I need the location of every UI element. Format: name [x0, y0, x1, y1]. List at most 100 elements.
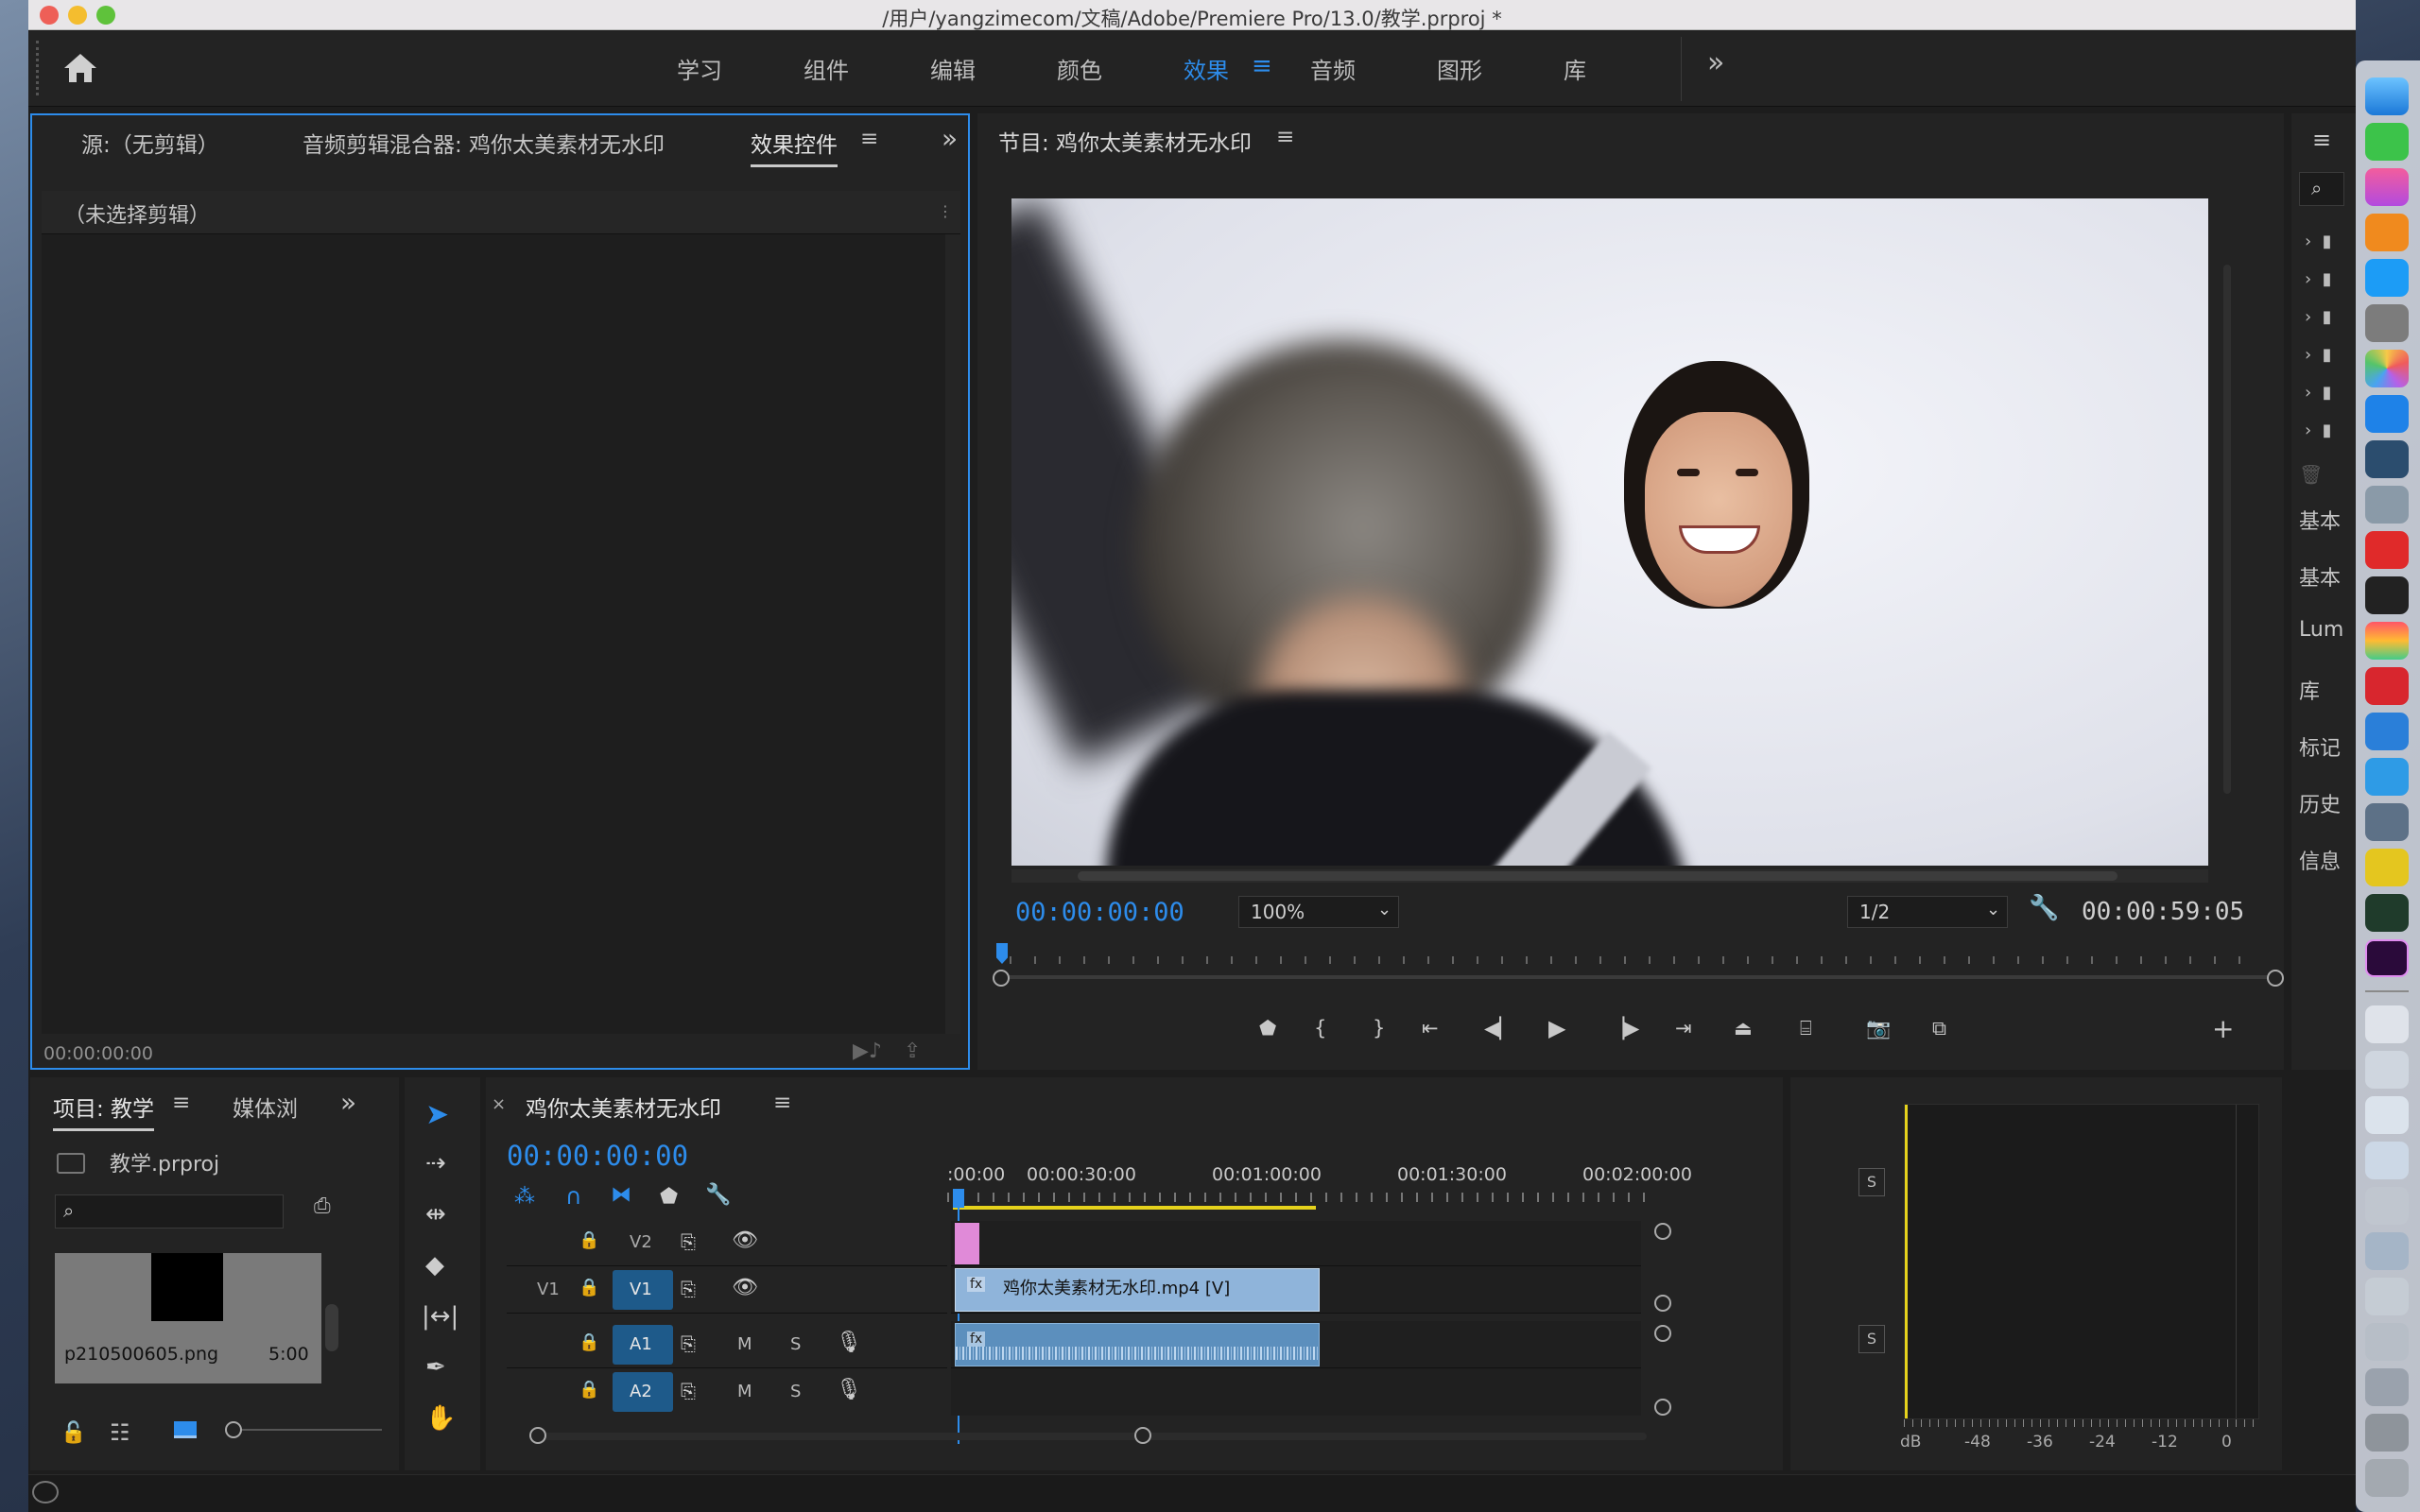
- mark-in-icon[interactable]: {: [1314, 1017, 1326, 1040]
- solo-right-button[interactable]: S: [1858, 1325, 1885, 1353]
- export-frame-icon[interactable]: ⇪: [904, 1040, 921, 1063]
- project-search-input[interactable]: ⌕: [55, 1194, 284, 1228]
- hand-tool-icon[interactable]: ✋: [425, 1404, 456, 1433]
- side-tab-markers[interactable]: 标记: [2299, 731, 2352, 762]
- more-panels-icon[interactable]: »: [942, 123, 958, 154]
- nest-icon[interactable]: ⁂: [514, 1185, 535, 1209]
- document-icon[interactable]: [2365, 1142, 2409, 1179]
- document-icon[interactable]: [2365, 1232, 2409, 1270]
- track-target-a2[interactable]: A2: [613, 1372, 673, 1412]
- workspace-learn[interactable]: 学习: [677, 52, 722, 85]
- document-icon[interactable]: [2365, 1414, 2409, 1452]
- program-menu-icon[interactable]: ≡: [1276, 125, 1294, 149]
- sequence-tab[interactable]: 鸡你太美素材无水印: [526, 1091, 721, 1123]
- close-sequence-icon[interactable]: ×: [492, 1094, 506, 1114]
- microphone-icon[interactable]: 🎙: [836, 1331, 862, 1354]
- tab-media-browser[interactable]: 媒体浏: [233, 1091, 298, 1123]
- more-panels-icon[interactable]: »: [340, 1087, 356, 1118]
- clip-thumbnail[interactable]: p210500605.png 5:00: [55, 1253, 321, 1383]
- preview-icon[interactable]: [2365, 803, 2409, 841]
- lock-icon[interactable]: 🔓: [60, 1421, 86, 1445]
- books-icon[interactable]: [2365, 214, 2409, 251]
- snap-icon[interactable]: ∩: [565, 1183, 582, 1210]
- wrench-icon[interactable]: 🔧: [2029, 894, 2059, 922]
- facetime-icon[interactable]: [2365, 123, 2409, 161]
- side-tab-history[interactable]: 历史: [2299, 788, 2352, 818]
- workspace-menu-icon[interactable]: ≡: [1252, 52, 1272, 80]
- effects-search[interactable]: ⌕: [2299, 172, 2344, 206]
- lane-v1[interactable]: fx 鸡你太美素材无水印.mp4 [V]: [951, 1266, 1641, 1314]
- workspace-graphics[interactable]: 图形: [1437, 52, 1482, 85]
- music-icon[interactable]: [2365, 168, 2409, 206]
- ripple-edit-tool-icon[interactable]: ⇹: [425, 1200, 446, 1228]
- workspace-audio[interactable]: 音频: [1310, 52, 1356, 85]
- quicktime-icon[interactable]: [2365, 440, 2409, 478]
- app-icon[interactable]: [2365, 849, 2409, 886]
- tab-audio-clip-mixer[interactable]: 音频剪辑混合器: 鸡你太美素材无水印: [302, 127, 665, 159]
- eye-icon[interactable]: 👁: [732, 1276, 758, 1299]
- document-icon[interactable]: [2365, 1051, 2409, 1089]
- document-icon[interactable]: [2365, 1187, 2409, 1225]
- sync-lock-icon[interactable]: ⎘: [681, 1380, 696, 1402]
- slip-tool-icon[interactable]: |↔|: [422, 1302, 458, 1331]
- add-button-icon[interactable]: +: [2212, 1013, 2234, 1044]
- zoom-handle-left[interactable]: [993, 970, 1010, 987]
- tab-source[interactable]: 源:（无剪辑）: [81, 127, 219, 159]
- lift-icon[interactable]: ⏏: [1734, 1017, 1753, 1040]
- document-icon[interactable]: [2365, 1323, 2409, 1361]
- sketch-icon[interactable]: [2365, 622, 2409, 660]
- resize-grip-icon[interactable]: ⋮: [938, 202, 953, 220]
- side-tab-essential-graphics[interactable]: 基本: [2299, 561, 2352, 592]
- document-icon[interactable]: [2365, 1278, 2409, 1315]
- lock-icon[interactable]: 🔒: [579, 1230, 599, 1250]
- solo-left-button[interactable]: S: [1858, 1168, 1885, 1196]
- lock-icon[interactable]: 🔒: [579, 1278, 599, 1297]
- document-icon[interactable]: [2365, 1005, 2409, 1043]
- system-preferences-icon[interactable]: [2365, 304, 2409, 342]
- effect-controls-menu-icon[interactable]: ≡: [860, 127, 878, 151]
- solo-button[interactable]: S: [790, 1382, 801, 1401]
- opera-icon[interactable]: [2365, 531, 2409, 569]
- vertical-zoom-handle[interactable]: [1654, 1399, 1671, 1416]
- microphone-icon[interactable]: 🎙: [836, 1378, 862, 1401]
- program-playhead-timecode[interactable]: 00:00:00:00: [1015, 898, 1184, 927]
- zoom-select[interactable]: 100% ⌄: [1238, 896, 1399, 928]
- comparison-view-icon[interactable]: ⧉: [1932, 1017, 1946, 1040]
- video-clip[interactable]: fx 鸡你太美素材无水印.mp4 [V]: [955, 1268, 1320, 1312]
- timeline-timecode[interactable]: 00:00:00:00: [507, 1140, 688, 1172]
- lane-a2[interactable]: [951, 1368, 1641, 1416]
- list-view-icon[interactable]: ☷: [110, 1419, 130, 1446]
- trash-icon[interactable]: 🗑: [2299, 463, 2323, 486]
- timeline-scrollbar[interactable]: [531, 1433, 1647, 1440]
- program-scrollbar[interactable]: [1011, 869, 2208, 883]
- vertical-zoom-handle[interactable]: [1654, 1223, 1671, 1240]
- extract-icon[interactable]: ⌸: [1800, 1017, 1812, 1040]
- side-tab-essential-sound[interactable]: 基本: [2299, 505, 2352, 535]
- workspace-libraries[interactable]: 库: [1564, 52, 1586, 85]
- sequence-menu-icon[interactable]: ≡: [773, 1091, 791, 1115]
- program-scroll-thumb[interactable]: [1078, 871, 2118, 881]
- timeline-ruler[interactable]: :00:00 00:00:30:00 00:01:00:00 00:01:30:…: [947, 1164, 1692, 1211]
- mark-out-icon[interactable]: }: [1373, 1017, 1385, 1040]
- vertical-zoom-handle[interactable]: [1654, 1325, 1671, 1342]
- side-tab-lumetri[interactable]: Lum: [2299, 618, 2352, 642]
- zoom-bar[interactable]: [1000, 975, 2276, 979]
- scroll-handle-left[interactable]: [529, 1427, 546, 1444]
- vertical-zoom-handle[interactable]: [1654, 1295, 1671, 1312]
- camera-icon[interactable]: 📷: [1866, 1017, 1891, 1040]
- new-bin-icon[interactable]: ⎙: [314, 1194, 331, 1218]
- home-icon[interactable]: [62, 52, 98, 84]
- go-to-out-icon[interactable]: ⇥: [1675, 1017, 1692, 1040]
- playhead-marker[interactable]: [953, 1189, 964, 1208]
- app-icon[interactable]: [2365, 395, 2409, 433]
- program-vertical-scroll[interactable]: [2223, 265, 2231, 794]
- creative-cloud-icon[interactable]: [32, 1481, 59, 1503]
- premiere-pro-icon[interactable]: [2365, 939, 2409, 977]
- more-workspaces-icon[interactable]: »: [1707, 46, 1724, 79]
- lane-a1[interactable]: fx: [951, 1321, 1641, 1368]
- step-forward-icon[interactable]: ▕▶: [1609, 1017, 1639, 1040]
- project-menu-icon[interactable]: ≡: [172, 1091, 190, 1115]
- workspace-color[interactable]: 颜色: [1057, 52, 1102, 85]
- video-frame[interactable]: [1011, 198, 2208, 866]
- timeline-settings-icon[interactable]: 🔧: [705, 1183, 731, 1207]
